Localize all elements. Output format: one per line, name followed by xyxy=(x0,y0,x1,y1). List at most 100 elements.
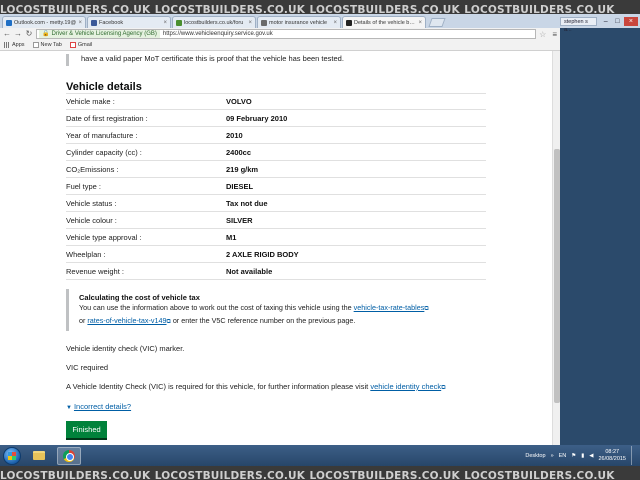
detail-key: Date of first registration : xyxy=(66,113,148,123)
taskbar-chrome[interactable] xyxy=(57,446,81,465)
watermark-text: LOCOSTBUILDERS.CO.UK xyxy=(309,4,460,14)
forward-arrow-icon[interactable]: → xyxy=(14,29,22,39)
clock-time: 08:27 xyxy=(605,448,620,455)
minimize-icon[interactable]: – xyxy=(600,17,611,26)
facebook-icon xyxy=(91,19,97,26)
detail-row: Revenue weight : Not available xyxy=(66,263,486,280)
panel-text-1: You can use the information above to wor… xyxy=(79,303,352,312)
new-tab-button[interactable] xyxy=(428,18,446,27)
incorrect-details-toggle[interactable]: ▼ Incorrect details? xyxy=(66,402,131,411)
panel-text-2: or xyxy=(79,316,86,325)
tray-arrow-icon[interactable]: » xyxy=(551,453,554,459)
flag-icon[interactable]: ⚑ xyxy=(571,453,576,459)
bookmark-label: Apps xyxy=(12,42,25,48)
finished-button[interactable]: Finished xyxy=(66,421,107,440)
watermark-text: LOCOSTBUILDERS.CO.UK xyxy=(464,4,615,14)
watermark-text: LOCOSTBUILDERS.CO.UK xyxy=(464,470,615,480)
close-icon[interactable]: × xyxy=(248,20,252,26)
page-viewport: have a valid paper MoT certificate this … xyxy=(0,51,560,445)
triangle-down-icon: ▼ xyxy=(66,405,72,411)
detail-key: Fuel type : xyxy=(66,181,102,191)
detail-value: 09 February 2010 xyxy=(226,113,288,123)
external-link-icon: ⧉ xyxy=(424,306,429,312)
tax-cost-panel: Calculating the cost of vehicle tax You … xyxy=(66,289,486,331)
system-tray: Desktop » EN ⚑ ▮ ◀ 08:27 26/08/2015 xyxy=(525,445,640,466)
detail-key: Vehicle colour : xyxy=(66,215,117,225)
security-label: Driver & Vehicle Licensing Agency (GB) xyxy=(51,31,157,37)
volume-icon[interactable]: ◀ xyxy=(589,453,593,459)
desktop-toolbar-label[interactable]: Desktop xyxy=(525,453,545,459)
bookmark-gmail[interactable]: Gmail xyxy=(69,42,92,48)
detail-key: Year of manufacture : xyxy=(66,130,138,140)
detail-value: Not available xyxy=(226,266,273,276)
watermark-text: LOCOSTBUILDERS.CO.UK xyxy=(0,4,151,14)
link-vehicle-tax-rate-tables[interactable]: vehicle-tax-rate-tables xyxy=(354,303,425,312)
security-indicator[interactable]: 🔒 Driver & Vehicle Licensing Agency (GB) xyxy=(39,30,160,38)
bookmark-new-tab[interactable]: New Tab xyxy=(32,42,62,48)
toolbar: ← → ↻ 🔒 Driver & Vehicle Licensing Agenc… xyxy=(0,28,560,40)
tab-label: locostbuilders.co.uk/foru xyxy=(184,19,244,26)
detail-value: Tax not due xyxy=(226,198,268,208)
detail-row: Fuel type : DIESEL xyxy=(66,178,486,195)
close-icon[interactable]: × xyxy=(333,20,337,26)
tab-facebook[interactable]: Facebook × xyxy=(87,16,171,28)
detail-row: Date of first registration : 09 February … xyxy=(66,110,486,127)
address-bar[interactable]: 🔒 Driver & Vehicle Licensing Agency (GB)… xyxy=(36,29,537,39)
detail-row: Vehicle status : Tax not due xyxy=(66,195,486,212)
folder-icon xyxy=(33,451,45,460)
detail-value: 2400cc xyxy=(226,147,252,157)
close-icon[interactable]: × xyxy=(78,20,82,26)
external-link-icon: ⧉ xyxy=(441,385,446,391)
vic-required-text: VIC required xyxy=(66,363,109,372)
tab-outlook[interactable]: Outlook.com - metty.19@ × xyxy=(2,16,86,28)
locostbuilders-icon xyxy=(176,19,182,26)
vertical-scrollbar[interactable] xyxy=(552,51,560,445)
detail-value: VOLVO xyxy=(226,97,252,106)
taskbar-file-explorer[interactable] xyxy=(27,447,51,465)
detail-row: CO₂Emissions : 219 g/km xyxy=(66,161,486,178)
bookmark-apps[interactable]: Apps xyxy=(4,42,25,48)
detail-key: CO₂Emissions : xyxy=(66,164,119,174)
watermark-text: LOCOSTBUILDERS.CO.UK xyxy=(154,470,306,480)
scrollbar-thumb[interactable] xyxy=(554,149,560,403)
page-icon xyxy=(32,42,39,48)
link-rates-of-vehicle-tax[interactable]: rates-of-vehicle-tax-v149 xyxy=(87,316,166,325)
incorrect-details-label: Incorrect details? xyxy=(73,402,132,411)
panel-text-3: or enter the V5C reference number on the… xyxy=(172,316,356,325)
close-icon[interactable]: × xyxy=(418,20,422,26)
clock-date: 26/08/2015 xyxy=(598,455,626,462)
chrome-icon xyxy=(63,449,75,462)
url-text: https://www.vehicleenquiry.service.gov.u… xyxy=(162,31,273,37)
clock[interactable]: 08:27 26/08/2015 xyxy=(598,449,626,463)
link-vehicle-identity-check[interactable]: vehicle identity check xyxy=(370,382,441,391)
gmail-icon xyxy=(69,42,76,48)
detail-key: Vehicle type approval : xyxy=(66,232,142,242)
maximize-icon[interactable]: □ xyxy=(612,17,623,26)
watermark-text: LOCOSTBUILDERS.CO.UK xyxy=(154,4,306,14)
detail-row: Cylinder capacity (cc) : 2400cc xyxy=(66,144,486,161)
bookmark-label: New Tab xyxy=(40,42,62,48)
menu-icon[interactable]: ≡ xyxy=(552,30,557,39)
show-desktop-button[interactable] xyxy=(631,446,637,465)
back-arrow-icon[interactable]: ← xyxy=(3,29,11,39)
tab-vehicle-details[interactable]: Details of the vehicle bein × xyxy=(342,16,426,28)
reload-icon[interactable]: ↻ xyxy=(25,29,33,39)
watermark-text: LOCOSTBUILDERS.CO.UK xyxy=(0,470,151,480)
watermark-text: LOCOSTBUILDERS.CO.UK xyxy=(309,470,460,480)
close-window-icon[interactable]: × xyxy=(623,16,638,26)
windows-logo-icon xyxy=(8,451,16,460)
tab-motor-insurance[interactable]: motor insurance vehicle × xyxy=(257,16,341,28)
detail-row: Vehicle make : VOLVO xyxy=(66,93,486,110)
network-icon[interactable]: ▮ xyxy=(581,453,584,459)
crown-icon xyxy=(346,19,352,26)
vic-info-text: A Vehicle Identity Check (VIC) is requir… xyxy=(66,382,369,391)
profile-button[interactable]: stephen s a... xyxy=(559,16,598,33)
watermark-band-bottom: LOCOSTBUILDERS.CO.UK LOCOSTBUILDERS.CO.U… xyxy=(0,466,640,480)
language-indicator[interactable]: EN xyxy=(559,453,567,459)
bookmark-star-icon[interactable]: ☆ xyxy=(539,30,546,39)
detail-row: Vehicle colour : SILVER xyxy=(66,212,486,229)
tab-locostbuilders[interactable]: locostbuilders.co.uk/foru × xyxy=(172,16,256,28)
close-icon[interactable]: × xyxy=(163,20,167,26)
tab-label: Facebook xyxy=(99,19,124,26)
start-button[interactable] xyxy=(3,446,21,465)
